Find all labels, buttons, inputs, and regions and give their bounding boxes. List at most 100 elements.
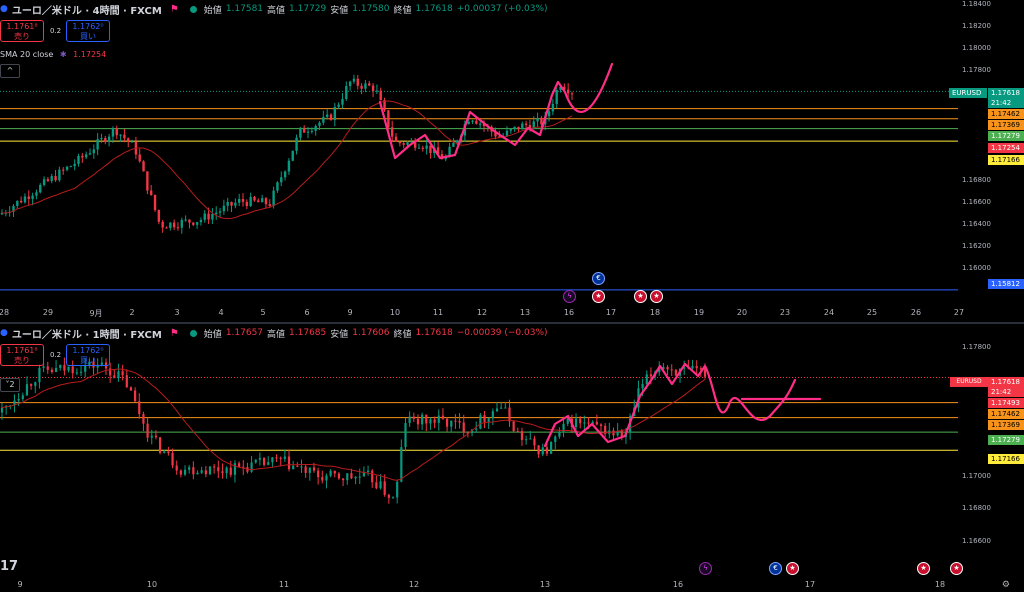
candle-body (398, 141, 402, 144)
chart-canvas-4h[interactable] (0, 0, 1024, 322)
candle-body (350, 473, 353, 479)
collapse-legend-button[interactable]: ^ (0, 64, 20, 78)
candle-body (69, 166, 73, 168)
candle-body (134, 390, 137, 402)
candle-body (521, 123, 524, 130)
flag-icon[interactable]: ⚑ (170, 328, 179, 339)
us-event-icon[interactable]: ★ (917, 562, 930, 575)
spread-value: 0.2 (50, 351, 62, 359)
bolt-event-icon[interactable]: ϟ (699, 562, 712, 575)
sell-button[interactable]: 1.1761⁸ 売り (0, 20, 44, 42)
price-axis-tick: 1.17800 (962, 343, 991, 352)
time-axis-tick: 13 (539, 580, 551, 589)
open-value: 1.17581 (225, 4, 264, 14)
gear-icon[interactable]: ⚙ (1002, 580, 1010, 590)
candle-body (475, 428, 478, 430)
buy-button[interactable]: 1.1762⁰ 買い (66, 344, 110, 366)
candle-body (545, 447, 549, 454)
time-axis-tick: 18 (934, 580, 946, 589)
candle-body (71, 366, 74, 374)
candle-body (17, 398, 20, 401)
eu-event-icon[interactable]: € (769, 562, 782, 575)
candle-body (138, 401, 141, 415)
candle-body (146, 171, 149, 191)
candle-body (92, 149, 96, 154)
us-event-icon[interactable]: ★ (650, 290, 663, 303)
candle-body (391, 497, 395, 499)
candle-body (46, 179, 50, 181)
time-axis-tick: 11 (432, 308, 444, 317)
candle-body (230, 201, 233, 206)
expand-legend-button[interactable]: ˅2 (0, 378, 20, 392)
candle-body (129, 387, 133, 391)
candle-body (169, 222, 172, 228)
candle-body (360, 85, 363, 89)
candle-body (437, 415, 440, 423)
tradingview-logo-icon[interactable]: 17 (0, 559, 18, 574)
candle-body (121, 371, 124, 376)
candle-body (233, 463, 237, 475)
time-axis-tick: 5 (260, 308, 266, 317)
flag-icon[interactable]: ⚑ (170, 4, 179, 15)
chart-canvas-1h[interactable] (0, 324, 1024, 592)
candle-body (115, 128, 118, 136)
candle-body (554, 436, 557, 442)
time-axis-tick: 12 (408, 580, 420, 589)
us-event-icon[interactable]: ★ (786, 562, 799, 575)
candle-body (579, 418, 582, 424)
candle-body (62, 169, 65, 171)
chart-pane-4h[interactable]: ● ユーロ／米ドル · 4時間 · FXCM ⚑ 始値 1.17581 高値 1.1… (0, 0, 1024, 322)
price-axis-tick: 1.16800 (962, 504, 991, 513)
candle-body (517, 126, 520, 130)
candle-body (65, 166, 69, 170)
candle-body (333, 106, 337, 120)
price-level-tag: 1.17166 (988, 155, 1024, 165)
candle-body (529, 438, 532, 440)
eu-event-icon[interactable]: € (592, 272, 605, 285)
candle-body (487, 418, 490, 423)
candle-body (245, 201, 249, 207)
us-event-icon[interactable]: ★ (634, 290, 647, 303)
candle-body (138, 154, 141, 162)
candle-body (500, 407, 503, 409)
candle-body (84, 154, 88, 158)
pane1-title[interactable]: ユーロ／米ドル · 4時間 · FXCM (12, 2, 162, 17)
candle-body (195, 222, 199, 225)
price-axis-tick: 1.17000 (962, 472, 991, 481)
sma-legend[interactable]: SMA 20 close ✱ 1.17254 (0, 50, 106, 59)
close-label: 終値 (393, 5, 412, 16)
indicator-count: 2 (9, 380, 15, 389)
candle-body (38, 367, 41, 383)
candle-body (268, 204, 271, 206)
candle-body (445, 418, 449, 427)
time-axis-tick: 19 (693, 308, 705, 317)
settings-icon[interactable]: ✱ (60, 50, 67, 59)
candle-body (304, 466, 307, 473)
us-event-icon[interactable]: ★ (592, 290, 605, 303)
candle-body (16, 200, 19, 206)
candle-body (641, 384, 644, 389)
candle-body (341, 99, 344, 105)
pane2-title[interactable]: ユーロ／米ドル · 1時間 · FXCM (12, 326, 162, 341)
candle-body (157, 210, 161, 222)
buy-button[interactable]: 1.1762⁰ 買い (66, 20, 110, 42)
pane2-header: ● ユーロ／米ドル · 1時間 · FXCM ⚑ 始値 1.17657 高値 1.1… (0, 326, 548, 341)
low-value: 1.17606 (352, 328, 390, 338)
candle-body (566, 89, 570, 94)
us-event-icon[interactable]: ★ (950, 562, 963, 575)
candle-body (296, 465, 299, 467)
candle-body (204, 470, 207, 475)
chart-pane-1h[interactable]: ● ユーロ／米ドル · 1時間 · FXCM ⚑ 始値 1.17657 高値 1.1… (0, 324, 1024, 592)
time-axis-tick: 26 (910, 308, 922, 317)
candle-body (366, 470, 370, 472)
candle-body (192, 467, 195, 475)
time-axis-tick: 28 (0, 308, 10, 317)
candle-body (253, 197, 256, 201)
sell-price: 1.1761⁸ (6, 346, 38, 355)
symbol-tag: EURUSD (949, 88, 987, 98)
sell-button[interactable]: 1.1761⁸ 売り (0, 344, 44, 366)
candle-body (142, 414, 145, 424)
candle-body (264, 198, 268, 205)
bolt-event-icon[interactable]: ϟ (563, 290, 576, 303)
candle-body (303, 127, 306, 133)
